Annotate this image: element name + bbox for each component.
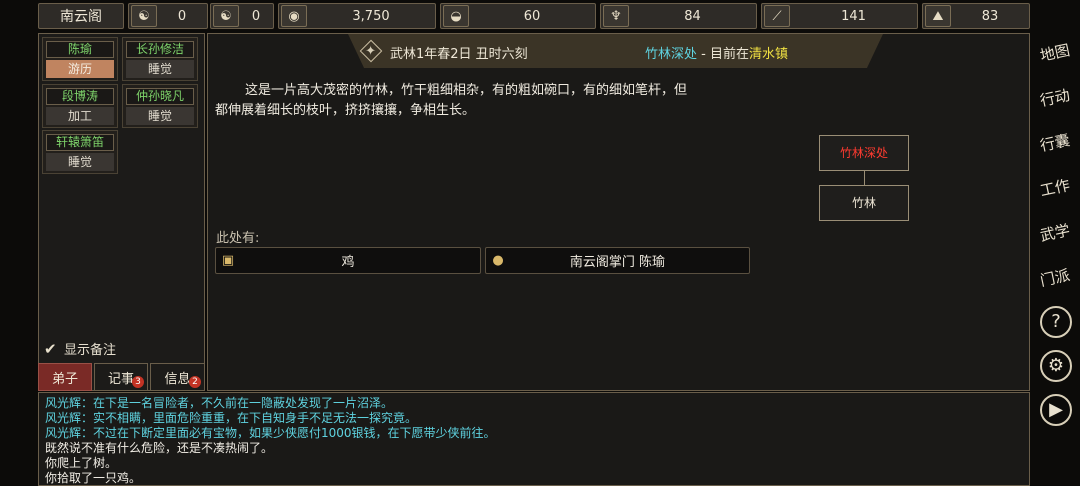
left-tabs: 弟子 记事 3 信息 2 <box>38 363 205 391</box>
entity-label: 南云阁掌门 陈瑜 <box>569 255 666 270</box>
log-line: 风光辉：实不相瞒，里面危险重重，在下自知身手不足无法一探究竟。 <box>45 411 418 425</box>
resource-wood[interactable]: ⟋ 141 <box>761 3 918 29</box>
menu-action[interactable]: 行动 <box>1037 80 1073 116</box>
log-line: 你爬上了树。 <box>45 456 118 470</box>
disciple-card[interactable]: 段博涛 加工 <box>42 84 118 128</box>
map-link <box>864 171 865 185</box>
disciple-activity: 游历 <box>46 60 114 78</box>
location-line: 竹林深处 - 目前在清水镇 <box>645 43 788 62</box>
show-notes-label: 显示备注 <box>64 343 117 358</box>
menu-work[interactable]: 工作 <box>1037 170 1073 206</box>
location-separator: - 目前在 <box>697 47 749 62</box>
log-line: 风光辉：在下是一名冒险者，不久前在一隐蔽处发现了一片沼泽。 <box>45 396 394 410</box>
play-icon[interactable]: ▶ <box>1040 394 1072 426</box>
resource-value: 141 <box>841 8 866 24</box>
disciple-activity: 睡觉 <box>126 107 194 125</box>
tab-messages[interactable]: 信息 2 <box>150 363 205 391</box>
resource-ore[interactable]: ⛰ 83 <box>922 3 1030 29</box>
message-log[interactable]: 风光辉：在下是一名冒险者，不久前在一隐蔽处发现了一片沼泽。 风光辉：实不相瞒，里… <box>38 392 1030 486</box>
tab-disciples[interactable]: 弟子 <box>38 363 92 391</box>
map-node-neighbor[interactable]: 竹林 <box>819 185 909 221</box>
town-name: 清水镇 <box>748 47 788 62</box>
disciple-card[interactable]: 长孙修洁 睡觉 <box>122 37 198 81</box>
menu-label: 行囊 <box>1038 131 1072 155</box>
bagua-icon: ☯ <box>131 5 157 27</box>
map-node-current[interactable]: 竹林深处 <box>819 135 909 171</box>
resource-value: 84 <box>684 8 701 24</box>
resource-value: 83 <box>981 8 999 24</box>
sect-name: 南云阁 <box>60 9 102 25</box>
resource-coin[interactable]: ◉ 3,750 <box>278 3 436 29</box>
menu-label: 工作 <box>1038 176 1072 200</box>
resource-value: 60 <box>523 8 541 24</box>
help-icon[interactable]: ? <box>1040 306 1072 338</box>
resource-bagua[interactable]: ☯ 0 <box>128 3 208 29</box>
tab-label: 记事 <box>107 371 134 387</box>
disciple-card[interactable]: 轩辕箫笛 睡觉 <box>42 130 118 174</box>
person-icon: ● <box>492 253 504 268</box>
entity-button[interactable]: ▣ 鸡 <box>215 247 481 274</box>
resource-bar: 南云阁 ☯ 0 ☯ 0 ◉ 3,750 ◒ 60 ♆ 84 ⟋ 141 ⛰ 83 <box>0 0 1080 32</box>
disciple-name: 陈瑜 <box>46 41 114 58</box>
wood-icon: ⟋ <box>764 5 790 27</box>
menu-martial-arts[interactable]: 武学 <box>1037 215 1073 251</box>
herb-icon: ♆ <box>603 5 629 27</box>
settings-icon[interactable]: ⚙ <box>1040 350 1072 382</box>
coin-icon: ◉ <box>281 5 307 27</box>
log-line: 既然说不准有什么危险，还是不凑热闹了。 <box>45 441 274 455</box>
disciple-card[interactable]: 陈瑜 游历 <box>42 37 118 81</box>
tab-records[interactable]: 记事 3 <box>94 363 148 391</box>
resource-yinyang[interactable]: ☯ 0 <box>210 3 274 29</box>
resource-value: 3,750 <box>352 8 390 24</box>
scene-panel: ✦ 武林1年春2日 丑时六刻 竹林深处 - 目前在清水镇 这是一片高大茂密的竹林… <box>207 33 1030 391</box>
log-line: 你拾取了一只鸡。 <box>45 471 142 485</box>
notification-badge: 2 <box>189 376 201 388</box>
menu-label: 行动 <box>1038 86 1072 110</box>
tab-label: 弟子 <box>51 371 78 387</box>
disciple-name: 仲孙晓凡 <box>126 88 194 105</box>
disciple-activity: 加工 <box>46 107 114 125</box>
menu-label: 武学 <box>1038 221 1072 245</box>
here-label: 此处有: <box>216 231 260 246</box>
scene-description: 这是一片高大茂密的竹林，竹干粗细相杂，有的粗如碗口，有的细如笔杆，但都伸展着细长… <box>215 83 688 118</box>
yinyang-icon: ☯ <box>213 5 239 27</box>
disciple-name: 段博涛 <box>46 88 114 105</box>
menu-inventory[interactable]: 行囊 <box>1037 125 1073 161</box>
menu-map[interactable]: 地图 <box>1037 35 1073 71</box>
disciple-panel: 陈瑜 游历 长孙修洁 睡觉 段博涛 加工 仲孙晓凡 睡觉 轩辕箫笛 睡觉 ✔ 显… <box>38 33 205 391</box>
resource-value: 0 <box>177 8 187 24</box>
resource-food[interactable]: ◒ 60 <box>440 3 596 29</box>
food-icon: ◒ <box>443 5 469 27</box>
location-name: 竹林深处 <box>645 47 698 62</box>
game-date: 武林1年春2日 丑时六刻 <box>390 47 528 62</box>
entity-button[interactable]: ● 南云阁掌门 陈瑜 <box>485 247 750 274</box>
disciple-name: 轩辕箫笛 <box>46 134 114 151</box>
disciple-card[interactable]: 仲孙晓凡 睡觉 <box>122 84 198 128</box>
disciple-name: 长孙修洁 <box>126 41 194 58</box>
entity-label: 鸡 <box>341 255 355 270</box>
tab-label: 信息 <box>164 371 191 387</box>
menu-label: 地图 <box>1038 41 1072 65</box>
show-notes-toggle[interactable]: ✔ 显示备注 <box>44 339 117 359</box>
log-line: 风光辉：不过在下断定里面必有宝物，如果少侠愿付1000银钱，在下愿带少侠前往。 <box>45 426 496 440</box>
resource-herb[interactable]: ♆ 84 <box>600 3 757 29</box>
resource-value: 0 <box>251 8 261 24</box>
disciple-activity: 睡觉 <box>46 153 114 171</box>
menu-label: 门派 <box>1038 266 1072 290</box>
menu-sect[interactable]: 门派 <box>1037 260 1073 296</box>
checkmark-icon: ✔ <box>44 339 57 358</box>
ore-icon: ⛰ <box>925 5 951 27</box>
disciple-activity: 睡觉 <box>126 60 194 78</box>
notification-badge: 3 <box>132 376 144 388</box>
sect-name-button[interactable]: 南云阁 <box>38 3 124 29</box>
box-icon: ▣ <box>221 253 235 268</box>
